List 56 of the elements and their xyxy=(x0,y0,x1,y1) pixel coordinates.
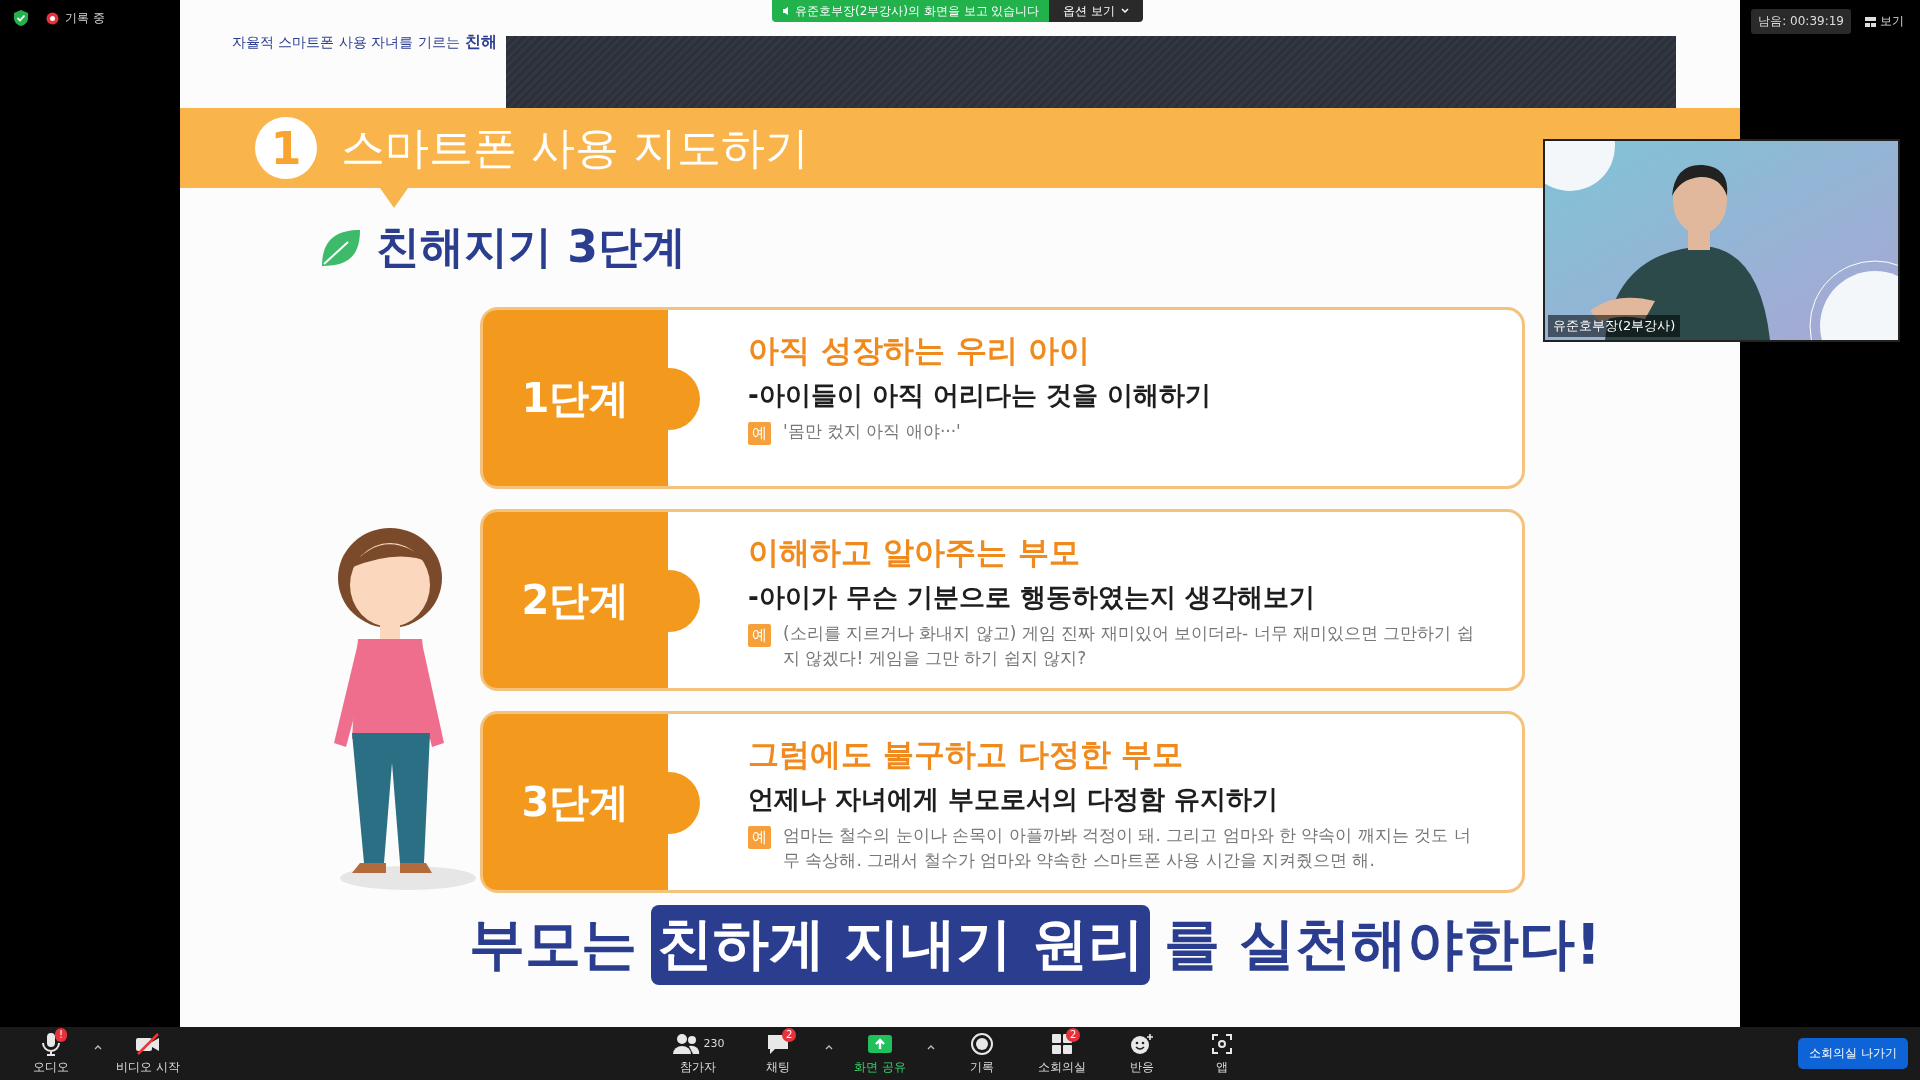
notification-badge: 2 xyxy=(1066,1027,1081,1042)
step-title: 아직 성장하는 우리 아이 xyxy=(748,331,1092,370)
slide-header: 자율적 스마트폰 사용 자녀를 기르는 친해 xyxy=(232,32,497,53)
conclusion-text: 를 실천해야한다! xyxy=(1162,910,1602,978)
grid-icon xyxy=(1865,16,1876,27)
chat-icon xyxy=(766,1032,790,1055)
example-text: (소리를 지르거나 화내지 않고) 게임 진짜 재미있어 보이더라- 너무 재미있으면 그만하기 쉽지 않겠다! 게임을 그만 하기 쉽지 않지? xyxy=(783,622,1475,670)
shield-icon xyxy=(12,9,30,27)
slide-heading: 친해지기 3단계 xyxy=(376,220,686,274)
step-title: 이해하고 알아주는 부모 xyxy=(748,533,1081,572)
example-tag: 예 xyxy=(748,624,771,647)
toolbar-button[interactable]: 소회의실 2 xyxy=(1029,1029,1095,1078)
step-label: 2단계 xyxy=(483,512,668,688)
section-title: 스마트폰 사용 지도하기 xyxy=(341,120,809,175)
toolbar-button[interactable]: 채팅 2 xyxy=(745,1029,811,1078)
toolbar-button[interactable]: 기록 xyxy=(949,1029,1015,1078)
section-number: 1 xyxy=(255,117,317,179)
record-icon xyxy=(46,11,59,25)
step-subtitle: 언제나 자녀에게 부모로서의 다정함 유지하기 xyxy=(748,783,1280,816)
step-subtitle: -아이가 무슨 기분으로 행동하였는지 생각해보기 xyxy=(748,581,1316,614)
notification-badge: 2 xyxy=(782,1027,797,1042)
people-icon xyxy=(671,1032,700,1055)
record-icon xyxy=(971,1032,993,1055)
apps-icon xyxy=(1211,1032,1233,1055)
chevron-down-icon xyxy=(1121,8,1130,14)
time-remaining: 남음: 00:39:19 xyxy=(1751,9,1851,34)
toolbar-button[interactable]: 화면 공유 xyxy=(847,1029,913,1078)
caret-icon[interactable] xyxy=(825,1043,833,1050)
example-text: '몸만 컸지 아직 애야···' xyxy=(783,420,962,443)
step-title: 그럼에도 불구하고 다정한 부모 xyxy=(748,735,1185,774)
view-options-button[interactable]: 옵션 보기 xyxy=(1049,0,1144,22)
caret-icon[interactable] xyxy=(94,1043,102,1050)
smiley-icon xyxy=(1130,1032,1154,1055)
view-button[interactable]: 보기 xyxy=(1859,9,1910,34)
step-label: 1단계 xyxy=(483,310,668,486)
conclusion-text: 부모는 xyxy=(467,910,638,978)
toolbar-button[interactable]: 비디오 시작 xyxy=(112,1029,184,1078)
viewing-banner: 유준호부장(2부강사)의 화면을 보고 있습니다 xyxy=(772,0,1050,22)
video-off-icon xyxy=(133,1031,162,1056)
highlighted-phrase: 친하게 지내기 원리 xyxy=(650,905,1150,985)
example-tag: 예 xyxy=(748,422,771,445)
example-text: 엄마는 철수의 눈이나 손목이 아플까봐 걱정이 돼. 그리고 엄마와 한 약속이 깨지는 것도 너무 속상해. 그래서 철수가 엄마와 약속한 스마트폰 사용 시간을 지켜줬으면 해. xyxy=(783,824,1472,872)
toolbar-button[interactable]: 230 참가자 xyxy=(665,1029,731,1078)
notification-badge: ! xyxy=(55,1027,67,1042)
recording-label: 기록 중 xyxy=(65,9,105,27)
toolbar-button[interactable]: 앱 xyxy=(1189,1029,1255,1078)
toolbar-button[interactable]: 오디오 ! xyxy=(18,1029,84,1078)
step-label: 3단계 xyxy=(483,714,668,890)
microphone-icon xyxy=(40,1031,62,1056)
share-screen-icon xyxy=(867,1033,893,1054)
toolbar-button[interactable]: 반응 xyxy=(1109,1029,1175,1078)
example-tag: 예 xyxy=(748,826,771,849)
participant-name: 유준호부장(2부강사) xyxy=(1548,315,1681,337)
step-subtitle: -아이들이 아직 어리다는 것을 이해하기 xyxy=(748,379,1212,412)
caret-icon[interactable] xyxy=(927,1043,935,1050)
leave-breakout-button[interactable]: 소회의실 나가기 xyxy=(1798,1038,1908,1069)
